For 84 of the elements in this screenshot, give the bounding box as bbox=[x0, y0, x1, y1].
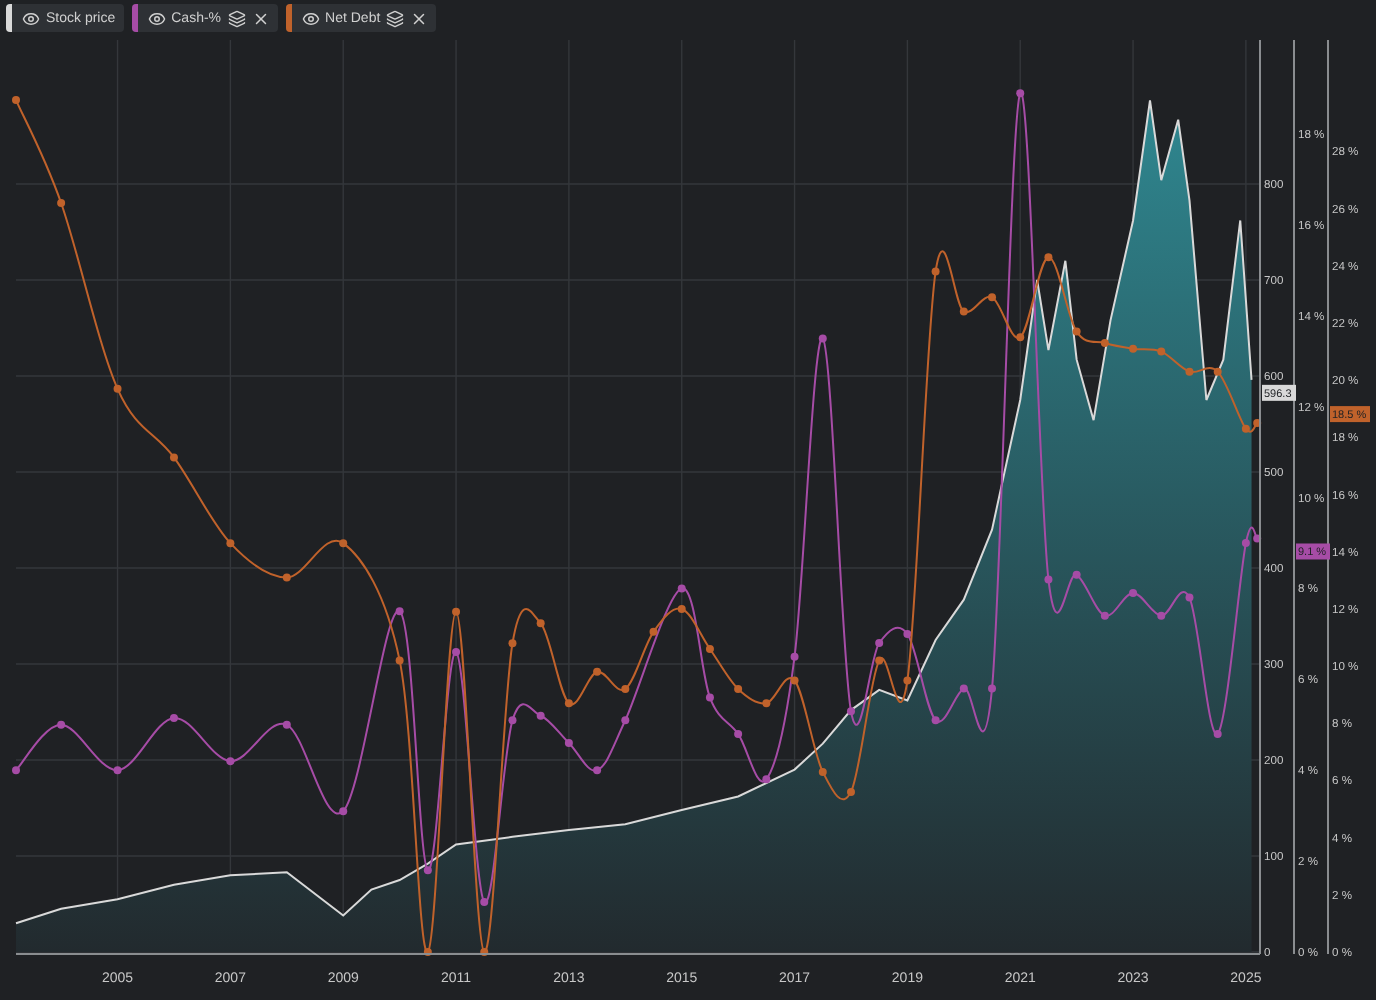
data-point bbox=[649, 627, 658, 636]
data-point bbox=[1044, 253, 1053, 262]
data-point bbox=[1072, 327, 1081, 336]
data-point bbox=[282, 720, 291, 729]
eye-icon[interactable] bbox=[22, 9, 40, 27]
data-point bbox=[1100, 611, 1109, 620]
data-point bbox=[226, 539, 235, 548]
data-point bbox=[339, 807, 348, 816]
data-point bbox=[734, 685, 743, 693]
data-point bbox=[705, 693, 714, 702]
data-point bbox=[959, 307, 968, 316]
data-point bbox=[1157, 347, 1166, 356]
data-point bbox=[847, 707, 855, 716]
data-point bbox=[621, 716, 630, 725]
close-icon[interactable] bbox=[410, 9, 429, 27]
data-point bbox=[57, 198, 66, 207]
data-point bbox=[1185, 593, 1194, 602]
data-point bbox=[1213, 729, 1222, 738]
eye-icon[interactable] bbox=[147, 9, 166, 27]
data-point bbox=[226, 757, 235, 766]
data-point bbox=[959, 684, 968, 693]
data-point bbox=[480, 948, 489, 956]
data-point bbox=[903, 676, 912, 685]
data-point bbox=[677, 584, 686, 593]
data-point bbox=[593, 766, 602, 775]
data-point bbox=[875, 639, 884, 647]
data-point bbox=[931, 716, 940, 725]
data-point bbox=[875, 656, 884, 665]
data-point bbox=[339, 539, 348, 548]
data-point bbox=[988, 293, 996, 302]
data-point bbox=[423, 948, 432, 956]
data-point bbox=[1016, 333, 1025, 342]
data-point bbox=[734, 729, 743, 738]
data-point bbox=[508, 639, 517, 648]
data-point bbox=[621, 685, 630, 693]
data-point bbox=[1100, 339, 1109, 348]
data-point bbox=[1185, 367, 1194, 376]
data-point bbox=[452, 607, 461, 616]
data-point bbox=[395, 656, 404, 665]
data-point bbox=[790, 676, 799, 685]
data-point bbox=[1241, 424, 1250, 433]
data-point bbox=[988, 684, 996, 693]
data-point bbox=[1253, 419, 1262, 428]
data-point bbox=[762, 699, 771, 708]
data-point bbox=[1129, 589, 1138, 597]
data-point bbox=[57, 720, 66, 729]
data-point bbox=[536, 619, 545, 628]
data-point bbox=[564, 738, 573, 747]
data-point bbox=[12, 96, 20, 105]
data-point bbox=[847, 787, 855, 796]
data-point bbox=[12, 766, 20, 775]
data-point bbox=[1044, 575, 1053, 584]
data-point bbox=[423, 866, 432, 875]
data-point bbox=[593, 667, 602, 676]
data-point bbox=[395, 607, 404, 616]
data-point bbox=[169, 714, 178, 722]
data-point bbox=[113, 384, 122, 393]
data-point bbox=[762, 775, 771, 784]
data-point bbox=[113, 766, 122, 775]
data-point bbox=[705, 644, 714, 653]
data-point bbox=[1157, 611, 1166, 620]
data-point bbox=[931, 267, 940, 276]
data-point bbox=[677, 604, 686, 613]
data-point bbox=[1016, 89, 1025, 98]
data-point bbox=[1213, 367, 1222, 376]
data-point bbox=[564, 699, 573, 708]
eye-icon[interactable] bbox=[301, 9, 320, 27]
data-point bbox=[818, 767, 827, 776]
data-point bbox=[1241, 539, 1250, 548]
data-point bbox=[903, 629, 912, 638]
data-point bbox=[452, 648, 461, 657]
close-icon[interactable] bbox=[251, 9, 270, 27]
data-point bbox=[480, 898, 489, 906]
data-point bbox=[1129, 344, 1138, 353]
data-point bbox=[790, 652, 799, 661]
data-point bbox=[282, 573, 291, 582]
data-point bbox=[536, 711, 545, 720]
data-point bbox=[508, 716, 517, 725]
data-point bbox=[1253, 534, 1262, 543]
data-point bbox=[1072, 570, 1081, 579]
layers-icon[interactable] bbox=[386, 9, 405, 27]
data-point bbox=[169, 453, 178, 462]
data-point bbox=[818, 334, 827, 343]
layers-icon[interactable] bbox=[227, 9, 246, 27]
